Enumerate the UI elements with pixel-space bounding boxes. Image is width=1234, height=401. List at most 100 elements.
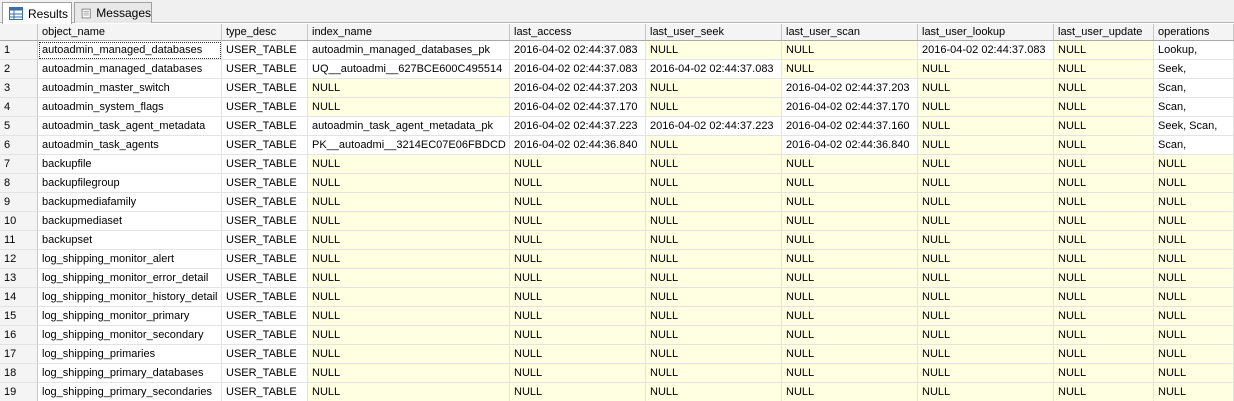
cell-last-user-scan[interactable]: 2016-04-02 02:44:37.170 (782, 98, 918, 117)
cell-last-user-seek[interactable]: 2016-04-02 02:44:37.223 (646, 117, 782, 136)
column-header-last-user-seek[interactable]: last_user_seek (646, 24, 782, 40)
cell-last-user-update[interactable]: NULL (1054, 193, 1154, 212)
row-number[interactable]: 15 (0, 307, 38, 326)
cell-last-user-update[interactable]: NULL (1054, 307, 1154, 326)
cell-last-access[interactable]: NULL (510, 326, 646, 345)
cell-type-desc[interactable]: USER_TABLE (222, 288, 308, 307)
cell-type-desc[interactable]: USER_TABLE (222, 326, 308, 345)
cell-type-desc[interactable]: USER_TABLE (222, 60, 308, 79)
cell-last-access[interactable]: 2016-04-02 02:44:37.223 (510, 117, 646, 136)
cell-operations[interactable]: NULL (1154, 269, 1234, 288)
row-number[interactable]: 8 (0, 174, 38, 193)
cell-last-user-lookup[interactable]: NULL (918, 288, 1054, 307)
table-row[interactable]: 18 log_shipping_primary_databases USER_TAB… (0, 364, 1234, 383)
table-row[interactable]: 10 backupmediaset USER_TABLE NULL NULL NULL NU… (0, 212, 1234, 231)
cell-last-user-seek[interactable]: NULL (646, 174, 782, 193)
cell-object-name[interactable]: backupset (38, 231, 222, 250)
cell-index-name[interactable]: NULL (308, 231, 510, 250)
cell-last-user-lookup[interactable]: NULL (918, 117, 1054, 136)
row-number[interactable]: 9 (0, 193, 38, 212)
cell-object-name[interactable]: log_shipping_primary_secondaries (38, 383, 222, 401)
cell-last-user-scan[interactable]: NULL (782, 364, 918, 383)
cell-last-access[interactable]: NULL (510, 231, 646, 250)
cell-last-user-update[interactable]: NULL (1054, 60, 1154, 79)
cell-last-user-seek[interactable]: NULL (646, 155, 782, 174)
cell-last-access[interactable]: 2016-04-02 02:44:37.083 (510, 60, 646, 79)
cell-last-user-update[interactable]: NULL (1054, 250, 1154, 269)
cell-last-user-lookup[interactable]: NULL (918, 79, 1054, 98)
cell-type-desc[interactable]: USER_TABLE (222, 174, 308, 193)
cell-last-user-scan[interactable]: NULL (782, 345, 918, 364)
cell-type-desc[interactable]: USER_TABLE (222, 212, 308, 231)
table-row[interactable]: 3 autoadmin_master_switch USER_TABLE NULL 20… (0, 79, 1234, 98)
cell-last-user-seek[interactable]: NULL (646, 212, 782, 231)
cell-object-name[interactable]: log_shipping_monitor_primary (38, 307, 222, 326)
cell-index-name[interactable]: NULL (308, 174, 510, 193)
cell-last-user-seek[interactable]: NULL (646, 193, 782, 212)
cell-object-name[interactable]: autoadmin_managed_databases (38, 60, 222, 79)
row-number[interactable]: 10 (0, 212, 38, 231)
column-header-operations[interactable]: operations (1154, 24, 1234, 40)
cell-last-user-lookup[interactable]: 2016-04-02 02:44:37.083 (918, 41, 1054, 60)
cell-last-user-update[interactable]: NULL (1054, 79, 1154, 98)
row-number[interactable]: 5 (0, 117, 38, 136)
cell-last-user-scan[interactable]: 2016-04-02 02:44:37.160 (782, 117, 918, 136)
cell-last-user-scan[interactable]: NULL (782, 174, 918, 193)
row-number[interactable]: 18 (0, 364, 38, 383)
cell-last-user-lookup[interactable]: NULL (918, 364, 1054, 383)
cell-operations[interactable]: NULL (1154, 345, 1234, 364)
cell-type-desc[interactable]: USER_TABLE (222, 98, 308, 117)
cell-last-user-update[interactable]: NULL (1054, 174, 1154, 193)
cell-last-user-update[interactable]: NULL (1054, 136, 1154, 155)
row-number[interactable]: 13 (0, 269, 38, 288)
cell-last-user-lookup[interactable]: NULL (918, 174, 1054, 193)
cell-type-desc[interactable]: USER_TABLE (222, 269, 308, 288)
column-header-type-desc[interactable]: type_desc (222, 24, 308, 40)
row-number[interactable]: 11 (0, 231, 38, 250)
cell-last-user-scan[interactable]: NULL (782, 269, 918, 288)
cell-last-user-update[interactable]: NULL (1054, 98, 1154, 117)
cell-operations[interactable]: NULL (1154, 212, 1234, 231)
cell-type-desc[interactable]: USER_TABLE (222, 155, 308, 174)
table-row[interactable]: 16 log_shipping_monitor_secondary USER_TAB… (0, 326, 1234, 345)
cell-last-access[interactable]: NULL (510, 155, 646, 174)
cell-last-access[interactable]: NULL (510, 307, 646, 326)
row-number[interactable]: 14 (0, 288, 38, 307)
cell-operations[interactable]: NULL (1154, 307, 1234, 326)
cell-last-user-scan[interactable]: NULL (782, 212, 918, 231)
cell-last-user-update[interactable]: NULL (1054, 212, 1154, 231)
table-row[interactable]: 13 log_shipping_monitor_error_detail USER_… (0, 269, 1234, 288)
row-number[interactable]: 17 (0, 345, 38, 364)
cell-index-name[interactable]: NULL (308, 364, 510, 383)
cell-last-user-seek[interactable]: NULL (646, 269, 782, 288)
cell-last-user-scan[interactable]: NULL (782, 288, 918, 307)
cell-object-name[interactable]: backupmediafamily (38, 193, 222, 212)
cell-last-user-scan[interactable]: 2016-04-02 02:44:36.840 (782, 136, 918, 155)
table-row[interactable]: 17 log_shipping_primaries USER_TABLE NULL NU… (0, 345, 1234, 364)
cell-operations[interactable]: NULL (1154, 174, 1234, 193)
tab-messages[interactable]: Messages (74, 2, 152, 23)
cell-last-user-lookup[interactable]: NULL (918, 307, 1054, 326)
cell-last-access[interactable]: 2016-04-02 02:44:37.203 (510, 79, 646, 98)
cell-last-user-scan[interactable]: NULL (782, 155, 918, 174)
cell-last-user-lookup[interactable]: NULL (918, 345, 1054, 364)
cell-last-access[interactable]: NULL (510, 212, 646, 231)
cell-last-user-update[interactable]: NULL (1054, 326, 1154, 345)
column-header-index-name[interactable]: index_name (308, 24, 510, 40)
cell-index-name[interactable]: autoadmin_managed_databases_pk (308, 41, 510, 60)
cell-last-access[interactable]: NULL (510, 269, 646, 288)
row-number[interactable]: 7 (0, 155, 38, 174)
table-row[interactable]: 6 autoadmin_task_agents USER_TABLE PK__auto… (0, 136, 1234, 155)
table-row[interactable]: 15 log_shipping_monitor_primary USER_TABLE… (0, 307, 1234, 326)
cell-last-access[interactable]: NULL (510, 288, 646, 307)
cell-last-user-lookup[interactable]: NULL (918, 269, 1054, 288)
cell-index-name[interactable]: NULL (308, 193, 510, 212)
cell-last-user-lookup[interactable]: NULL (918, 250, 1054, 269)
cell-last-access[interactable]: NULL (510, 174, 646, 193)
cell-index-name[interactable]: UQ__autoadmi__627BCE600C495514 (308, 60, 510, 79)
table-row[interactable]: 19 log_shipping_primary_secondaries USER_T… (0, 383, 1234, 401)
row-number[interactable]: 4 (0, 98, 38, 117)
cell-object-name[interactable]: log_shipping_monitor_secondary (38, 326, 222, 345)
cell-operations[interactable]: Seek, (1154, 60, 1234, 79)
cell-last-user-scan[interactable]: NULL (782, 193, 918, 212)
